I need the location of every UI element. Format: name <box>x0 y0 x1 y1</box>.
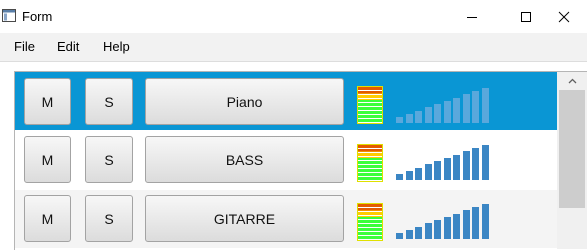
volume-step-bar <box>444 217 451 239</box>
mute-button[interactable]: M <box>24 136 71 183</box>
solo-button[interactable]: S <box>85 78 133 125</box>
menu-edit[interactable]: Edit <box>57 39 79 54</box>
track-name-button[interactable]: GITARRE <box>145 195 344 242</box>
menu-file[interactable]: File <box>14 39 35 54</box>
volume-step-bar <box>453 214 460 239</box>
volume-step-bar <box>482 204 489 239</box>
volume-step-bar <box>453 155 460 180</box>
volume-step-bar <box>444 101 451 123</box>
volume-step-bar <box>472 207 479 239</box>
volume-step-bar <box>482 88 489 123</box>
volume-step-bar <box>482 145 489 180</box>
mute-button[interactable]: M <box>24 195 71 242</box>
volume-step-bar <box>406 171 413 180</box>
volume-step-bar <box>472 91 479 123</box>
volume-step-bar <box>415 111 422 123</box>
volume-step-bar <box>444 158 451 180</box>
volume-step-bar <box>463 151 470 180</box>
mute-button[interactable]: M <box>24 78 71 125</box>
level-meter <box>357 86 383 124</box>
track-row-bass[interactable]: M S BASS <box>15 131 558 189</box>
track-name-button[interactable]: Piano <box>145 78 344 125</box>
volume-step-bar <box>425 223 432 239</box>
volume-step-bar <box>453 98 460 123</box>
volume-bars[interactable] <box>396 140 492 180</box>
close-icon <box>558 11 570 22</box>
close-button[interactable] <box>541 0 587 33</box>
level-meter <box>357 144 383 182</box>
volume-step-bar <box>434 220 441 239</box>
menu-bar: File Edit Help <box>0 33 587 62</box>
app-window-icon <box>2 9 16 22</box>
volume-step-bar <box>396 174 403 180</box>
chevron-up-icon <box>568 78 576 83</box>
volume-step-bar <box>406 114 413 123</box>
scroll-up-button[interactable] <box>557 72 587 89</box>
level-meter <box>357 203 383 241</box>
solo-button[interactable]: S <box>85 195 133 242</box>
track-row-piano[interactable]: M S Piano <box>15 72 558 130</box>
volume-step-bar <box>415 227 422 239</box>
volume-step-bar <box>425 164 432 180</box>
minimize-icon <box>467 16 477 18</box>
volume-step-bar <box>425 107 432 123</box>
minimize-button[interactable] <box>449 0 495 33</box>
scroll-thumb[interactable] <box>559 90 585 208</box>
menu-help[interactable]: Help <box>103 39 130 54</box>
track-name-button[interactable]: BASS <box>145 136 344 183</box>
volume-bars[interactable] <box>396 83 492 123</box>
solo-button[interactable]: S <box>85 136 133 183</box>
track-row-gitarre[interactable]: M S GITARRE <box>15 190 558 248</box>
track-list: M S Piano M S BASS M S GITARRE <box>14 71 587 250</box>
volume-step-bar <box>434 104 441 123</box>
volume-step-bar <box>434 161 441 180</box>
maximize-icon <box>521 11 531 22</box>
volume-step-bar <box>396 117 403 123</box>
vertical-scrollbar[interactable] <box>557 72 587 249</box>
volume-step-bar <box>463 210 470 239</box>
title-bar: Form <box>0 0 587 33</box>
window-title: Form <box>22 9 53 24</box>
volume-step-bar <box>415 168 422 180</box>
volume-bars[interactable] <box>396 199 492 239</box>
volume-step-bar <box>406 230 413 239</box>
volume-step-bar <box>396 233 403 239</box>
volume-step-bar <box>472 148 479 180</box>
volume-step-bar <box>463 94 470 123</box>
